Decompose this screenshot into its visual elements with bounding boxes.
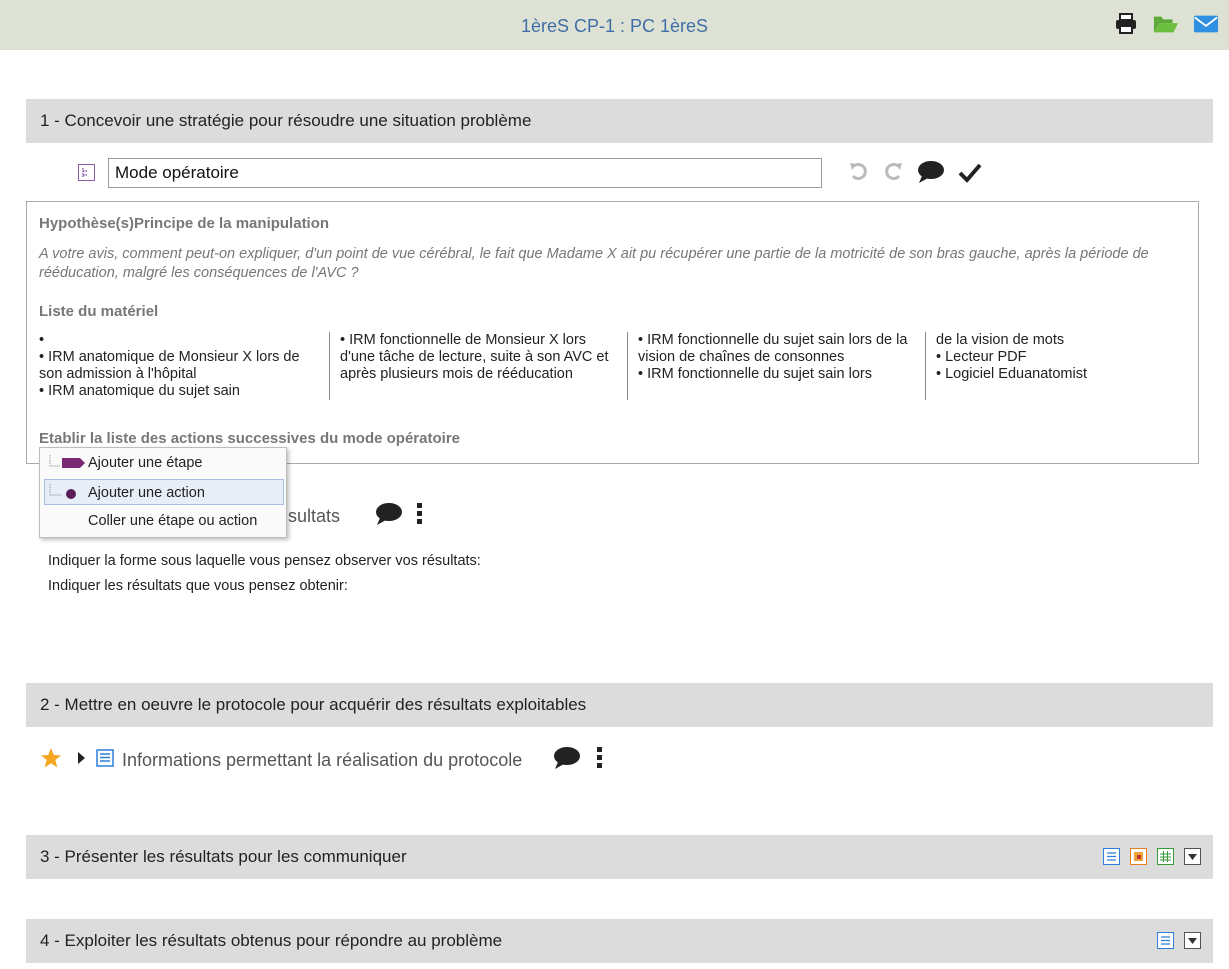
comment-icon[interactable] <box>374 502 404 531</box>
top-bar: 1èreS CP-1 : PC 1èreS <box>0 0 1229 50</box>
print-icon[interactable] <box>1113 12 1139 36</box>
menu-item-label: Ajouter une action <box>88 485 205 501</box>
menu-item-label: Ajouter une étape <box>88 455 203 471</box>
comment-icon[interactable] <box>916 160 946 189</box>
add-text-icon[interactable] <box>1103 848 1120 865</box>
context-menu: Ajouter une étape Ajouter une action Col… <box>39 447 287 538</box>
section-2-header[interactable]: 2 - Mettre en oeuvre le protocole pour a… <box>26 683 1213 727</box>
star-icon[interactable] <box>40 747 62 774</box>
redo-icon[interactable] <box>882 161 904 188</box>
materials-column: • IRM fonctionnelle du sujet sain lors d… <box>627 332 925 400</box>
add-action-icon <box>48 483 86 510</box>
actions-heading: Etablir la liste des actions successives… <box>39 430 460 447</box>
section-2-title: 2 - Mettre en oeuvre le protocole pour a… <box>40 695 587 714</box>
mode-operatoire-input[interactable] <box>108 158 822 188</box>
hypothesis-panel: Hypothèse(s)Principe de la manipulation … <box>26 201 1199 464</box>
hypothesis-heading: Hypothèse(s)Principe de la manipulation <box>39 215 330 232</box>
add-step-icon <box>48 454 86 481</box>
comment-icon[interactable] <box>552 746 582 775</box>
materials-heading: Liste du matériel <box>39 303 159 320</box>
section-3-title: 3 - Présenter les résultats pour les com… <box>40 847 407 866</box>
add-text-icon[interactable] <box>1157 932 1174 949</box>
dropdown-icon[interactable] <box>1184 848 1201 865</box>
menu-item-add-step[interactable]: Ajouter une étape <box>44 450 284 476</box>
info-item[interactable]: Informations permettant la réalisation d… <box>40 746 604 775</box>
section-1-header[interactable]: 1 - Concevoir une stratégie pour résoudr… <box>26 99 1213 143</box>
undo-icon[interactable] <box>848 161 870 188</box>
section-4-header[interactable]: 4 - Exploiter les résultats obtenus pour… <box>26 919 1213 963</box>
section-1-title: 1 - Concevoir une stratégie pour résoudr… <box>40 111 532 130</box>
section-3-header[interactable]: 3 - Présenter les résultats pour les com… <box>26 835 1213 879</box>
add-table-icon[interactable] <box>1157 848 1174 865</box>
check-icon[interactable] <box>958 161 982 188</box>
step-icon <box>78 164 95 181</box>
results-instruction-2: Indiquer les résultats que vous pensez o… <box>48 578 348 594</box>
mail-icon[interactable] <box>1193 12 1219 36</box>
page-title: 1èreS CP-1 : PC 1èreS <box>520 16 709 36</box>
menu-item-label: Coller une étape ou action <box>88 513 258 529</box>
dropdown-icon[interactable] <box>1184 932 1201 949</box>
document-icon <box>96 749 114 772</box>
add-image-icon[interactable] <box>1130 848 1147 865</box>
menu-item-add-action[interactable]: Ajouter une action <box>44 479 284 505</box>
section-4-title: 4 - Exploiter les résultats obtenus pour… <box>40 931 503 950</box>
expand-arrow-icon[interactable] <box>76 751 86 770</box>
materials-column: • • IRM anatomique de Monsieur X lors de… <box>39 332 300 399</box>
more-vertical-icon[interactable] <box>416 502 424 531</box>
results-title[interactable]: sultats <box>288 506 340 527</box>
info-label[interactable]: Informations permettant la réalisation d… <box>122 750 522 771</box>
materials-column: • IRM fonctionnelle de Monsieur X lors d… <box>329 332 627 400</box>
results-instruction-1: Indiquer la forme sous laquelle vous pen… <box>48 553 481 569</box>
materials-column: de la vision de mots • Lecteur PDF • Log… <box>925 332 1185 400</box>
materials-list: • • IRM anatomique de Monsieur X lors de… <box>39 332 1185 400</box>
folder-open-icon[interactable] <box>1153 12 1179 36</box>
menu-item-paste[interactable]: Coller une étape ou action <box>44 508 284 534</box>
more-vertical-icon[interactable] <box>596 746 604 775</box>
hypothesis-question: A votre avis, comment peut-on expliquer,… <box>39 246 1149 281</box>
